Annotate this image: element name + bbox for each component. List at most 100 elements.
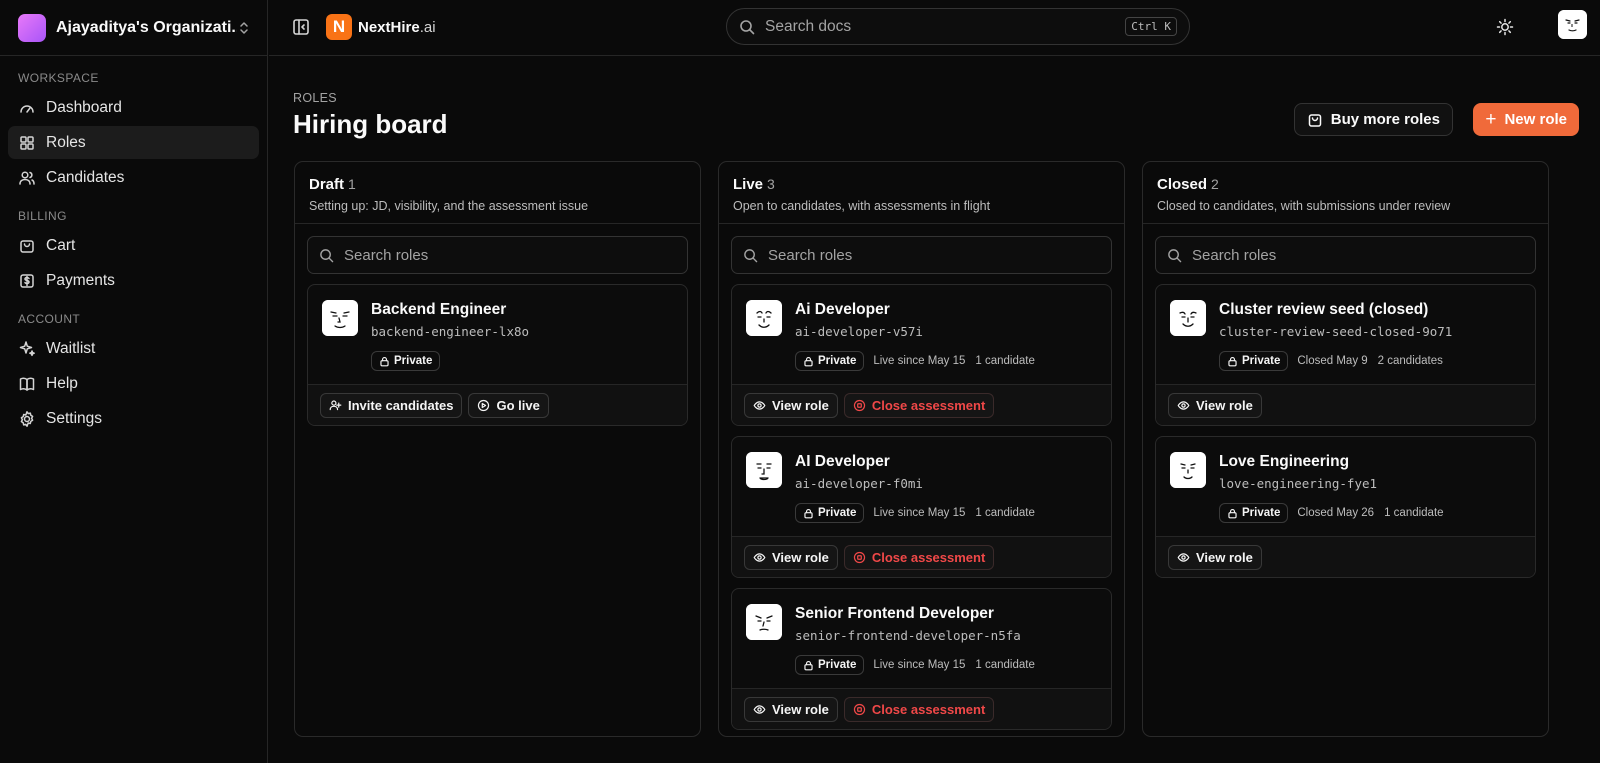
role-avatar (746, 300, 782, 336)
role-meta: Private Live since May 15 1 candidate (795, 351, 1035, 371)
role-avatar (322, 300, 358, 336)
sidebar-item-help[interactable]: Help (8, 367, 259, 400)
candidate-count: 2 candidates (1377, 355, 1443, 367)
view-role-button[interactable]: View role (744, 392, 838, 418)
column-count: 2 (1211, 176, 1219, 192)
role-search[interactable] (307, 236, 688, 274)
role-slug: love-engineering-fye1 (1219, 476, 1378, 491)
eye-icon (753, 400, 766, 410)
role-status: Live since May 15 (873, 659, 966, 671)
visibility-label: Private (1242, 355, 1281, 367)
org-switcher[interactable]: Ajayaditya's Organizati... (0, 0, 267, 56)
sidebar-item-label: Payments (46, 271, 115, 289)
column-header: Draft 1 Setting up: JD, visibility, and th… (295, 162, 700, 224)
brand-name-main: NextHire (358, 18, 420, 36)
role-title: Cluster review seed (closed) (1219, 301, 1429, 318)
new-role-label: New role (1504, 111, 1567, 128)
sidebar-item-dashboard[interactable]: Dashboard (8, 91, 259, 124)
sidebar-item-cart[interactable]: Cart (8, 229, 259, 262)
invite-candidates-button[interactable]: Invite candidates (320, 392, 463, 418)
column-title-text: Draft (309, 176, 345, 193)
role-card[interactable]: Love Engineering love-engineering-fye1 Pri… (1155, 436, 1536, 578)
visibility-label: Private (1242, 507, 1281, 519)
action-label: Invite candidates (348, 397, 454, 413)
visibility-badge: Private (371, 351, 441, 371)
go-live-button[interactable]: Go live (468, 392, 549, 418)
view-role-button[interactable]: View role (744, 544, 838, 570)
visibility-badge: Private (795, 503, 865, 523)
sidebar-item-settings[interactable]: Settings (8, 402, 259, 435)
role-card-body: Senior Frontend Developer senior-frontend… (732, 589, 1111, 688)
eye-icon (753, 704, 766, 714)
view-role-button[interactable]: View role (1168, 544, 1262, 570)
brand[interactable]: N NextHire.ai (326, 14, 436, 40)
eye-icon (753, 552, 766, 562)
role-info: Backend Engineer backend-engineer-lx8o Pri… (371, 299, 529, 371)
column-title-text: Live (733, 176, 764, 193)
sidebar-item-roles[interactable]: Roles (8, 126, 259, 159)
close-assessment-button[interactable]: Close assessment (843, 544, 995, 570)
sidebar-item-label: Candidates (46, 168, 125, 186)
buy-more-roles-button[interactable]: Buy more roles (1293, 103, 1453, 136)
sidebar-item-candidates[interactable]: Candidates (8, 161, 259, 194)
book-icon (19, 377, 35, 391)
visibility-label: Private (818, 659, 857, 671)
role-search-input[interactable] (768, 246, 1100, 264)
action-label: View role (772, 701, 829, 717)
action-label: View role (1196, 549, 1253, 565)
section-label: WORKSPACE (18, 71, 99, 85)
stop-circle-icon (853, 703, 865, 715)
search-icon (320, 248, 334, 262)
action-label: View role (1196, 397, 1253, 413)
role-meta: Private Live since May 15 1 candidate (795, 503, 1035, 523)
new-role-button[interactable]: + New role (1473, 103, 1579, 136)
topbar: N NextHire.ai Ctrl K (269, 0, 1600, 56)
role-card-body: Backend Engineer backend-engineer-lx8o Pri… (308, 285, 687, 384)
user-avatar[interactable] (1558, 10, 1587, 39)
role-title: Backend Engineer (371, 301, 507, 318)
column-draft: Draft 1 Setting up: JD, visibility, and th… (294, 161, 701, 737)
role-card-actions: View role Close assessment (732, 688, 1111, 729)
lock-icon (1228, 356, 1237, 366)
role-search[interactable] (1155, 236, 1536, 274)
close-assessment-button[interactable]: Close assessment (843, 696, 995, 722)
sun-icon[interactable] (1496, 18, 1514, 36)
page-title: Hiring board (293, 109, 448, 139)
brand-logo-icon: N (326, 14, 352, 40)
column-header: Closed 2 Closed to candidates, with submis… (1143, 162, 1548, 224)
role-slug: ai-developer-v57i (795, 324, 923, 339)
sidebar-item-waitlist[interactable]: Waitlist (8, 332, 259, 365)
role-search[interactable] (731, 236, 1112, 274)
role-slug: senior-frontend-developer-n5fa (795, 628, 1021, 643)
view-role-button[interactable]: View role (744, 696, 838, 722)
chevrons-up-down-icon (240, 21, 248, 34)
column-closed: Closed 2 Closed to candidates, with submis… (1142, 161, 1549, 737)
column-live: Live 3 Open to candidates, with assessment… (718, 161, 1125, 737)
gear-icon (20, 410, 34, 427)
role-card[interactable]: Cluster review seed (closed) cluster-revi… (1155, 284, 1536, 426)
role-card[interactable]: Ai Developer ai-developer-v57i Private Live… (731, 284, 1112, 426)
role-search-input[interactable] (344, 246, 676, 264)
column-title-text: Closed (1157, 176, 1208, 193)
role-card[interactable]: Backend Engineer backend-engineer-lx8o Pri… (307, 284, 688, 426)
sidebar-item-label: Waitlist (46, 339, 96, 357)
role-info: Senior Frontend Developer senior-frontend… (795, 603, 1035, 675)
view-role-button[interactable]: View role (1168, 392, 1262, 418)
lock-icon (804, 660, 813, 670)
column-header: Live 3 Open to candidates, with assessment… (719, 162, 1124, 224)
dollar-icon (20, 273, 34, 288)
docs-search-input[interactable] (765, 17, 1126, 36)
role-card-actions: View role (1156, 384, 1535, 425)
sidebar-item-label: Settings (46, 409, 103, 427)
candidate-count: 1 candidate (975, 507, 1035, 519)
role-search-input[interactable] (1192, 246, 1524, 264)
docs-search[interactable]: Ctrl K (726, 8, 1190, 45)
sidebar-toggle-icon[interactable] (291, 17, 311, 37)
role-card[interactable]: Senior Frontend Developer senior-frontend… (731, 588, 1112, 730)
column-title: Draft 1 (309, 176, 686, 193)
close-assessment-button[interactable]: Close assessment (843, 392, 995, 418)
role-meta: Private (371, 351, 529, 371)
role-info: AI Developer ai-developer-f0mi Private Live… (795, 451, 1035, 523)
role-card[interactable]: AI Developer ai-developer-f0mi Private Live… (731, 436, 1112, 578)
sidebar-item-payments[interactable]: Payments (8, 264, 259, 297)
